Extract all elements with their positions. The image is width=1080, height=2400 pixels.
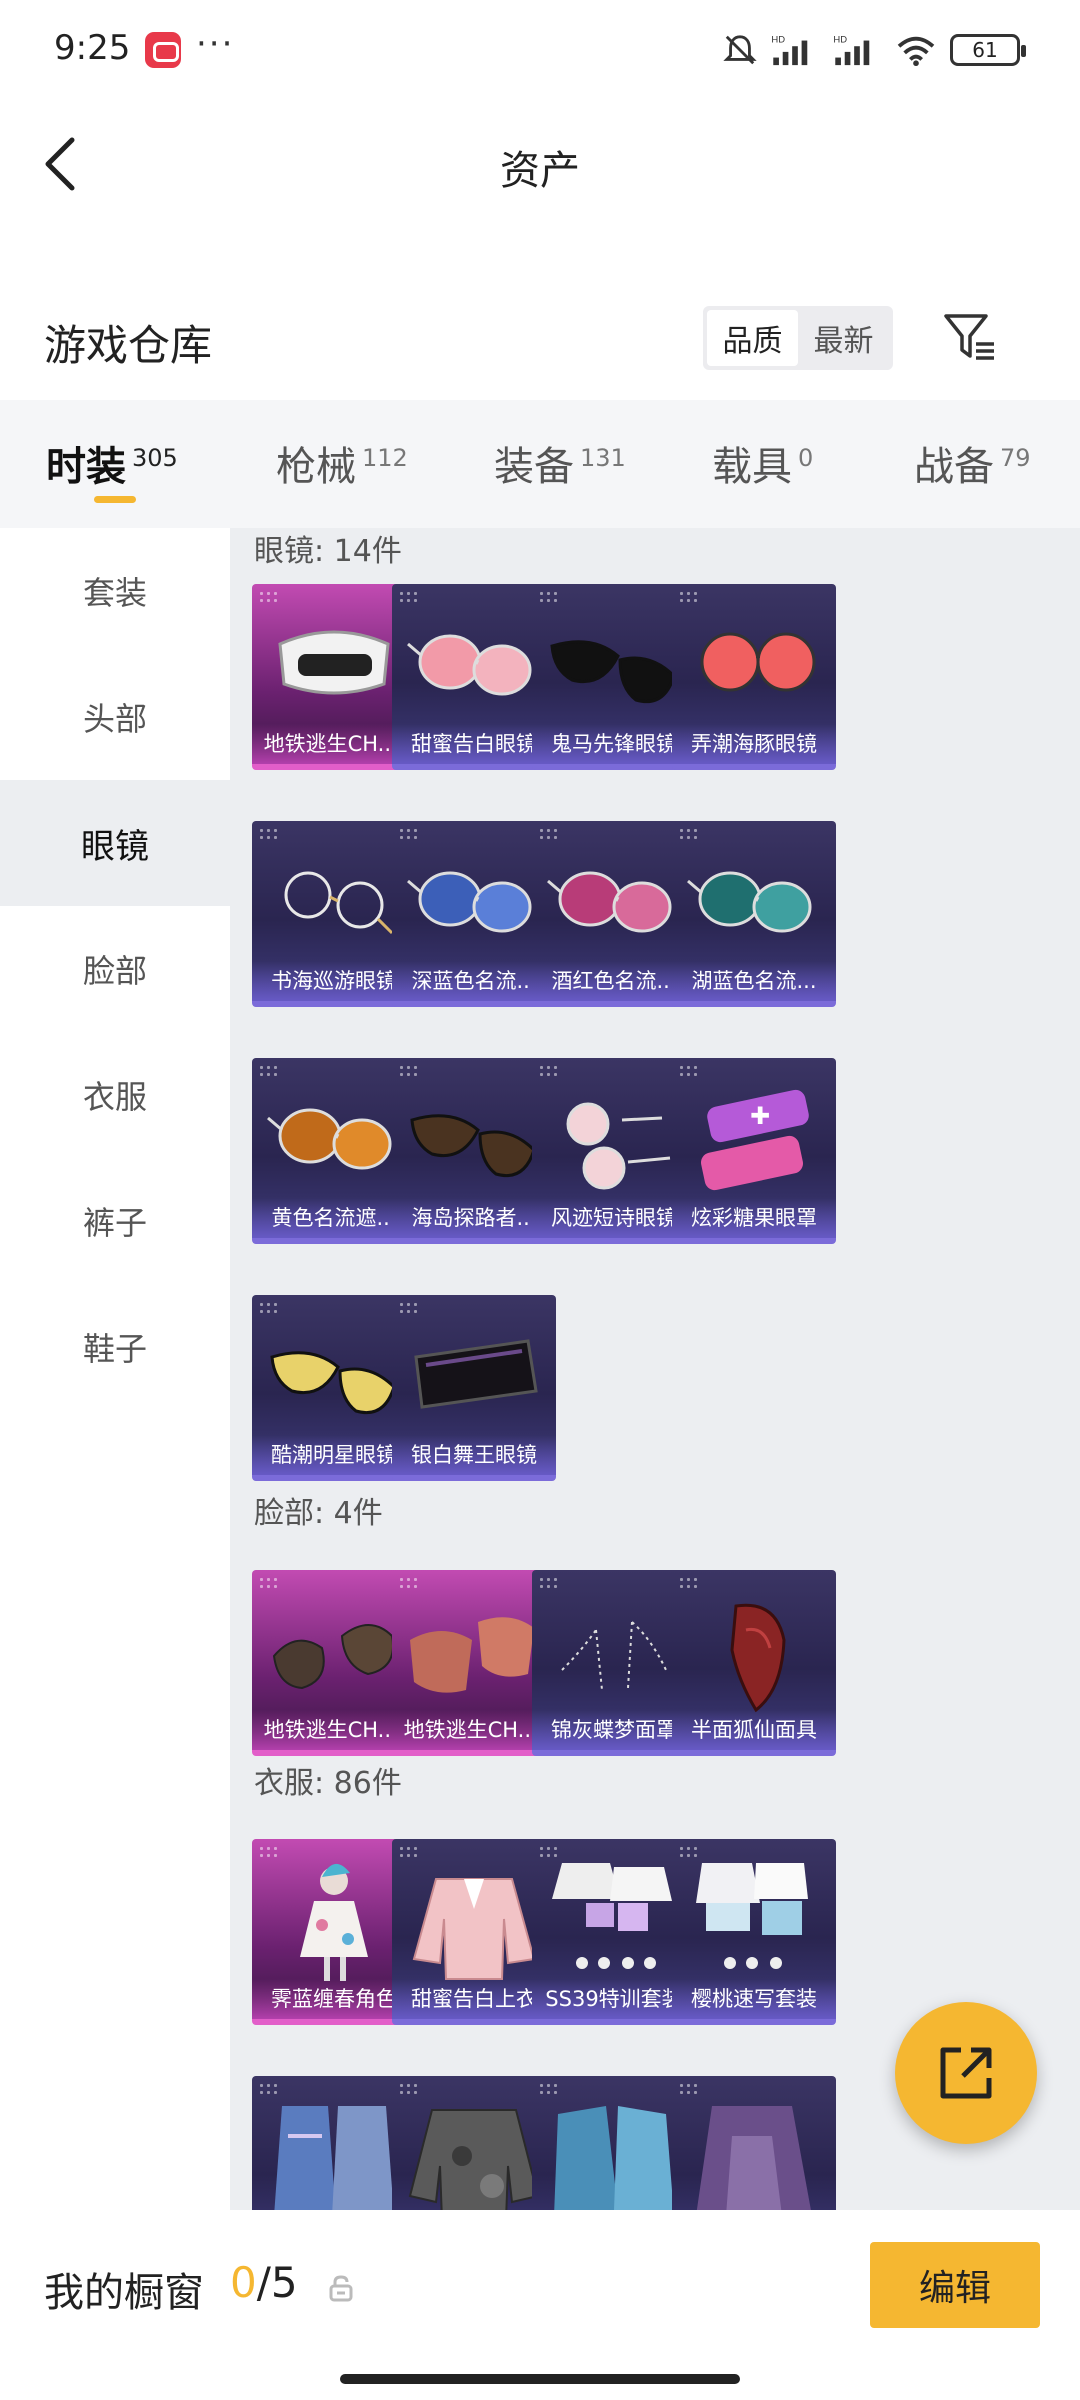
tab-fashion[interactable]: 时装 305: [46, 434, 178, 492]
sidebar-item-head[interactable]: 头部: [0, 654, 230, 780]
app-header: 资产: [0, 100, 1080, 230]
eye-mask-candy-icon: ✚: [701, 1089, 809, 1191]
status-bar: 9:25 ··· HD HD 61: [0, 0, 1080, 100]
lock-icon: [329, 2275, 353, 2302]
warehouse-title: 游戏仓库: [44, 321, 213, 370]
tab-weapons[interactable]: 枪械 112: [276, 434, 408, 492]
item-card[interactable]: 银白舞王眼镜: [392, 1295, 556, 1481]
category-tabs: 时装 305 枪械 112 装备 131 载具 0 战备 79: [0, 400, 1080, 528]
tab-label: 载具: [712, 444, 792, 490]
signal-hd-icon: HD: [771, 34, 808, 66]
tab-count: 112: [362, 444, 408, 472]
subcategory-sidebar: 套装 头部 眼镜 脸部 衣服 裤子 鞋子: [0, 528, 230, 2208]
item-name: 银白舞王眼镜: [392, 1435, 556, 1475]
item-name: 弄潮海豚眼镜: [672, 724, 836, 764]
wifi-icon: [897, 36, 935, 67]
edit-button[interactable]: 编辑: [870, 2242, 1040, 2328]
outfit-set-blue-icon: [696, 1863, 808, 1969]
sidebar-item-sets[interactable]: 套装: [0, 528, 230, 654]
robe-purple-icon: [696, 2106, 811, 2210]
showcase-label: 我的橱窗: [44, 2270, 204, 2316]
showcase-bar: 我的橱窗 0/5 编辑: [0, 2210, 1080, 2400]
item-name: 樱桃速写套装: [672, 1979, 836, 2019]
sunglasses-teal-icon: [687, 871, 812, 933]
sidebar-item-pants[interactable]: 裤子: [0, 1158, 230, 1284]
sidebar-item-shoes[interactable]: 鞋子: [0, 1284, 230, 1410]
svg-text:✚: ✚: [750, 1102, 770, 1130]
tab-label: 装备: [494, 444, 574, 490]
glasses-red-round-icon: [700, 632, 816, 692]
tab-supplies[interactable]: 战备 79: [914, 434, 1031, 492]
signal-hd-icon: HD: [833, 34, 870, 66]
tab-equipment[interactable]: 装备 131: [494, 434, 626, 492]
item-card[interactable]: 弄潮海豚眼镜: [672, 584, 836, 770]
tab-label: 枪械: [276, 444, 356, 490]
status-time: 9:25: [54, 28, 131, 68]
tab-label: 时装: [46, 444, 126, 490]
tab-count: 305: [132, 444, 178, 472]
sort-toggle: 品质 最新: [703, 306, 893, 370]
svg-text:HD: HD: [771, 34, 785, 45]
item-card[interactable]: 半面狐仙面具: [672, 1570, 836, 1756]
section-title: 脸部: 4件: [254, 1496, 383, 1531]
svg-text:HD: HD: [833, 34, 847, 45]
share-button[interactable]: [895, 2002, 1037, 2144]
tab-count: 131: [580, 444, 626, 472]
share-out-icon: [940, 2047, 992, 2099]
item-card[interactable]: 湖蓝色名流...: [672, 821, 836, 1007]
filter-icon[interactable]: [940, 308, 1000, 368]
page-title: 资产: [500, 148, 580, 194]
sort-newest-button[interactable]: 最新: [798, 310, 889, 366]
home-indicator[interactable]: [340, 2374, 740, 2384]
mute-icon: [723, 35, 757, 65]
showcase-count-total: /5: [256, 2258, 298, 2307]
sidebar-item-glasses[interactable]: 眼镜: [0, 780, 230, 906]
battery-icon: 61: [950, 34, 1026, 66]
sidebar-item-face[interactable]: 脸部: [0, 906, 230, 1032]
sidebar-item-clothes[interactable]: 衣服: [0, 1032, 230, 1158]
section-title: 衣服: 86件: [254, 1766, 402, 1801]
tab-label: 战备: [914, 444, 994, 490]
visor-black-icon: [414, 1339, 538, 1409]
sort-quality-button[interactable]: 品质: [707, 310, 798, 366]
warehouse-header: 游戏仓库 品质 最新: [0, 290, 1080, 390]
showcase-count-current: 0: [230, 2258, 257, 2307]
item-name: 半面狐仙面具: [672, 1710, 836, 1750]
item-card[interactable]: ✚ 炫彩糖果眼罩: [672, 1058, 836, 1244]
item-name: 炫彩糖果眼罩: [672, 1198, 836, 1238]
tab-vehicles[interactable]: 载具 0: [712, 434, 813, 492]
tab-count: 0: [798, 444, 814, 472]
item-card[interactable]: [672, 2076, 836, 2210]
active-tab-indicator: [94, 496, 136, 503]
item-card[interactable]: 樱桃速写套装: [672, 1839, 836, 2025]
more-notifications-icon: ···: [196, 24, 235, 64]
section-title: 眼镜: 14件: [254, 534, 402, 569]
status-icons: HD HD 61: [722, 30, 1026, 70]
item-grid: 眼镜: 14件 地铁逃生CH.... 甜蜜告白眼镜 鬼马先锋眼镜 弄潮海豚眼镜 书海巡…: [230, 528, 1080, 2210]
item-name: 湖蓝色名流...: [672, 961, 836, 1001]
tab-count: 79: [1000, 444, 1031, 472]
showcase-count: 0/5: [230, 2258, 298, 2307]
app-notification-icon: [145, 32, 181, 68]
fox-mask-icon: [730, 1603, 786, 1713]
